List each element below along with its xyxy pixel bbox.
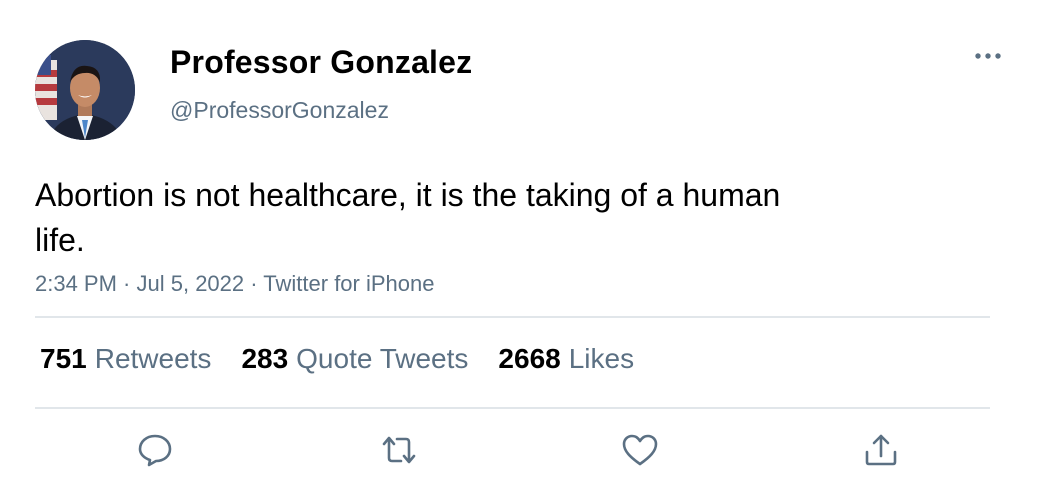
avatar[interactable] — [35, 40, 135, 140]
tweet-text: Abortion is not healthcare, it is the ta… — [35, 177, 781, 258]
retweet-icon — [382, 436, 416, 464]
share-icon — [865, 434, 897, 466]
reply-icon — [138, 434, 172, 467]
tweet-source[interactable]: Twitter for iPhone — [263, 271, 434, 296]
reply-button[interactable] — [132, 427, 178, 473]
stat-count: 283 — [241, 343, 289, 374]
tweet-date[interactable]: Jul 5, 2022 — [137, 271, 245, 296]
meta-separator: · — [116, 271, 137, 296]
divider — [35, 316, 990, 318]
profile-photo — [35, 40, 135, 140]
tweet-time[interactable]: 2:34 PM — [35, 271, 117, 296]
stat-retweets[interactable]: 751 Retweets — [40, 343, 211, 375]
stat-likes[interactable]: 2668 Likes — [498, 343, 634, 375]
divider — [35, 407, 990, 409]
share-button[interactable] — [858, 427, 904, 473]
author-name[interactable]: Professor Gonzalez — [170, 44, 472, 81]
more-options-button[interactable] — [970, 42, 1006, 70]
tweet-meta: 2:34 PM · Jul 5, 2022 · Twitter for iPho… — [35, 271, 434, 297]
author-handle[interactable]: @ProfessorGonzalez — [170, 97, 389, 124]
retweet-button[interactable] — [376, 427, 422, 473]
like-button[interactable] — [617, 427, 663, 473]
stat-label: Quote Tweets — [296, 343, 469, 374]
like-icon — [622, 434, 658, 466]
stat-count: 751 — [40, 343, 87, 374]
stat-count: 2668 — [498, 343, 561, 374]
tweet-stats: 751 Retweets 283 Quote Tweets 2668 Likes — [40, 343, 634, 375]
meta-separator: · — [244, 271, 264, 296]
stat-quote-tweets[interactable]: 283 Quote Tweets — [241, 343, 468, 375]
stat-label: Likes — [568, 343, 635, 374]
stat-label: Retweets — [94, 343, 212, 374]
more-icon — [975, 53, 1001, 59]
